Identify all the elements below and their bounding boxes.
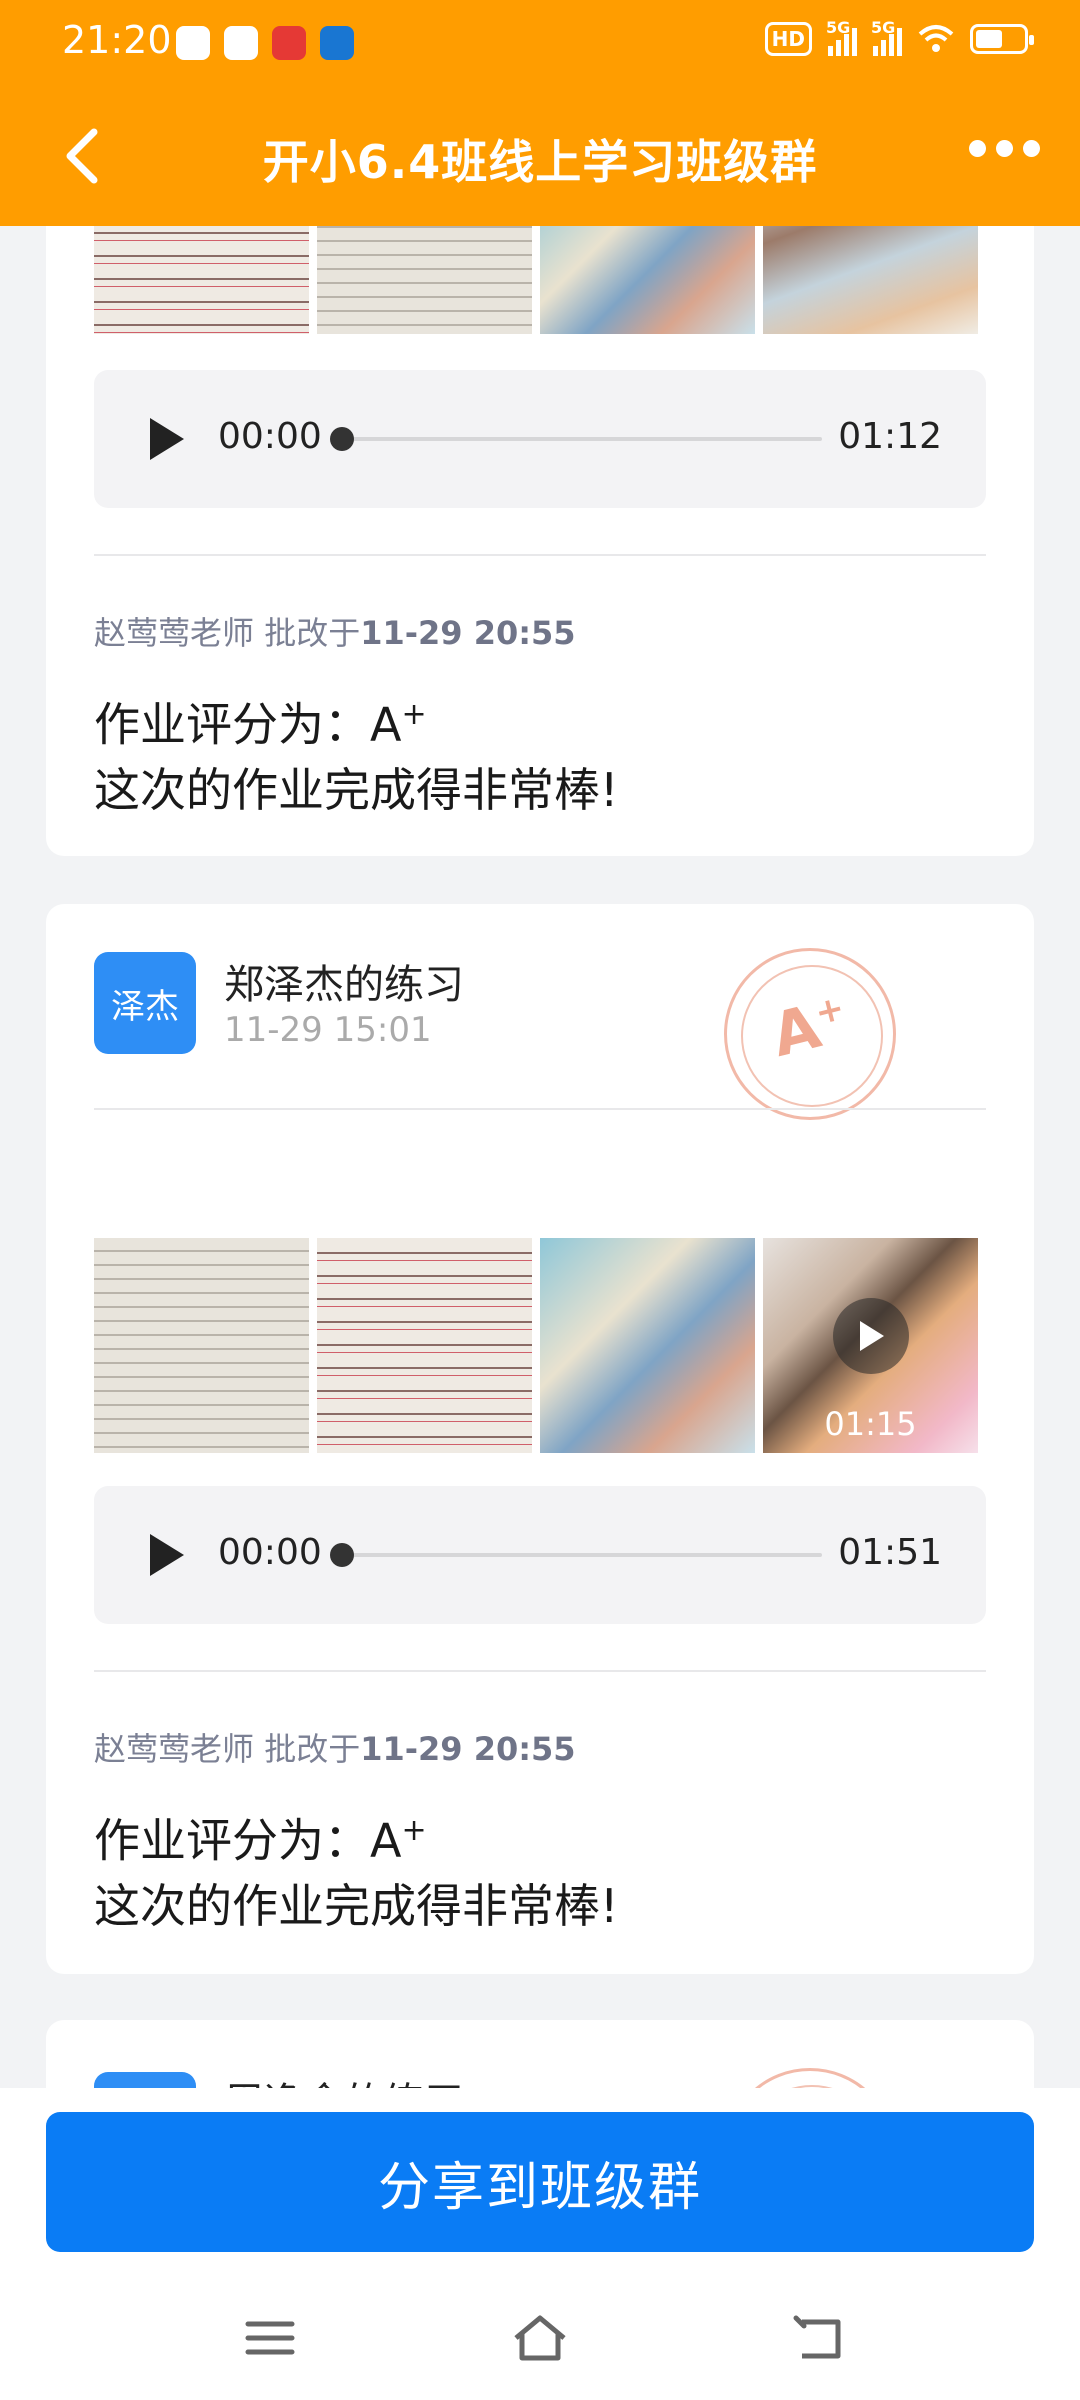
audio-current-time: 00:00 (218, 416, 322, 457)
homework-photo[interactable] (94, 1238, 309, 1453)
hd-voice-icon: HD (764, 22, 812, 56)
navigation-app-icon (320, 26, 354, 60)
grade-text: 作业评分为：A+ 这次的作业完成得非常棒! (94, 682, 618, 823)
audio-duration: 01:12 (838, 416, 942, 457)
grade-value: A (370, 1813, 402, 1868)
review-time: 11-29 20:55 (360, 614, 576, 652)
audio-progress-bar[interactable] (330, 427, 822, 451)
signal-icon: 5G (826, 18, 857, 56)
grade-text: 作业评分为：A+ 这次的作业完成得非常棒! (94, 1798, 618, 1939)
review-time: 11-29 20:55 (360, 1730, 576, 1768)
app-notification-icon (176, 26, 210, 60)
submit-date: 11-29 15:01 (224, 1010, 432, 1050)
review-info: 赵莺莺老师 批改于11-29 20:55 (94, 608, 576, 654)
audio-progress-knob[interactable] (330, 1543, 354, 1567)
teacher-name: 赵莺莺老师 (94, 614, 255, 652)
video-play-icon[interactable] (833, 1298, 909, 1374)
video-duration: 01:15 (824, 1405, 917, 1443)
homework-card-1: 00:00 01:12 赵莺莺老师 批改于11-29 20:55 作业评分为：A… (46, 180, 1034, 856)
teacher-name: 赵莺莺老师 (94, 1730, 255, 1768)
bottom-bar: 分享到班级群 (0, 2088, 1080, 2400)
review-info: 赵莺莺老师 批改于11-29 20:55 (94, 1724, 576, 1770)
grade-label: 作业评分为： (94, 697, 370, 752)
audio-progress-knob[interactable] (330, 427, 354, 451)
audio-duration: 01:51 (838, 1532, 942, 1573)
grade-value: A (370, 697, 402, 752)
grade-plus: + (401, 697, 427, 732)
divider (94, 1670, 986, 1672)
status-time: 21:20 (62, 18, 172, 62)
student-name: 郑泽杰的练习 (224, 962, 464, 1008)
audio-progress-bar[interactable] (330, 1543, 822, 1567)
status-right: HD 5G 5G (764, 18, 1034, 56)
grade-stamp-icon: A+ (724, 948, 896, 1120)
more-icon (969, 140, 986, 157)
wifi-icon (918, 25, 954, 52)
homework-card-2: 泽杰 郑泽杰的练习 11-29 15:01 A+ 01:15 00:00 01:… (46, 904, 1034, 1974)
share-to-group-button[interactable]: 分享到班级群 (46, 2112, 1034, 2252)
audio-player: 00:00 01:51 (94, 1486, 986, 1624)
homework-video[interactable]: 01:15 (763, 1238, 978, 1453)
system-navigation (0, 2298, 1080, 2388)
more-button[interactable] (969, 140, 1040, 157)
video-app-icon (224, 26, 258, 60)
homework-photo[interactable] (317, 1238, 532, 1453)
return-icon[interactable] (790, 2308, 850, 2368)
avatar[interactable]: 泽杰 (94, 952, 196, 1054)
photo-grid: 01:15 (94, 1238, 978, 1453)
battery-icon (970, 24, 1034, 54)
divider (94, 1108, 986, 1110)
menu-icon[interactable] (240, 2308, 300, 2368)
top-bar: 21:20 HD 5G 5G 开小6.4班线上学习班级群 (0, 0, 1080, 226)
review-action: 批改于 (264, 1730, 361, 1768)
teacher-comment: 这次的作业完成得非常棒! (94, 1879, 619, 1934)
teacher-comment: 这次的作业完成得非常棒! (94, 763, 619, 818)
grade-label: 作业评分为： (94, 1813, 370, 1868)
play-icon[interactable] (146, 416, 186, 462)
home-icon[interactable] (510, 2308, 570, 2368)
homework-photo[interactable] (540, 1238, 755, 1453)
signal-icon-2: 5G (871, 18, 902, 56)
grade-plus: + (401, 1813, 427, 1848)
nav-bar: 开小6.4班线上学习班级群 (0, 96, 1080, 216)
audio-current-time: 00:00 (218, 1532, 322, 1573)
notification-icons (176, 26, 354, 60)
review-action: 批改于 (264, 614, 361, 652)
audio-player: 00:00 01:12 (94, 370, 986, 508)
shopping-app-icon (272, 26, 306, 60)
page-title: 开小6.4班线上学习班级群 (262, 135, 818, 189)
divider (94, 554, 986, 556)
play-icon[interactable] (146, 1532, 186, 1578)
status-bar: 21:20 HD 5G 5G (0, 0, 1080, 84)
